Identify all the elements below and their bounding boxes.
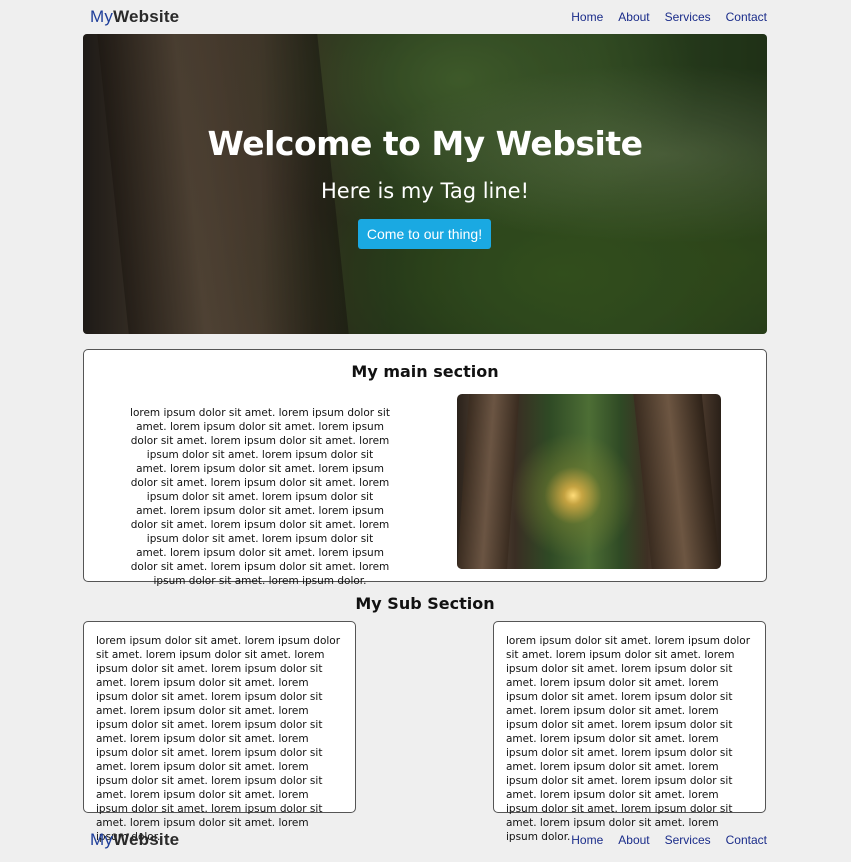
logo-website-text: Website xyxy=(113,7,180,26)
footer-links: Home About Services Contact xyxy=(571,833,767,847)
nav-link-services[interactable]: Services xyxy=(665,10,711,24)
footer-link-about[interactable]: About xyxy=(618,833,649,847)
nav-link-home[interactable]: Home xyxy=(571,10,603,24)
footer-link-services[interactable]: Services xyxy=(665,833,711,847)
footer-link-home[interactable]: Home xyxy=(571,833,603,847)
sub-section-card-left: lorem ipsum dolor sit amet. lorem ipsum … xyxy=(83,621,356,843)
tree-trunk-right xyxy=(632,394,721,569)
nav-links: Home About Services Contact xyxy=(571,10,767,24)
main-section-image xyxy=(457,394,721,569)
main-section-heading: My main section xyxy=(351,362,499,381)
site-logo[interactable]: MyWebsite xyxy=(83,7,179,27)
logo-website-text: Website xyxy=(113,830,180,849)
tree-trunk-left xyxy=(457,394,520,569)
main-section: My main section lorem ipsum dolor sit am… xyxy=(83,349,767,587)
hero-banner: Welcome to My Website Here is my Tag lin… xyxy=(83,34,767,334)
sub-section-card-right: lorem ipsum dolor sit amet. lorem ipsum … xyxy=(493,621,766,843)
footer-logo[interactable]: MyWebsite xyxy=(83,830,179,850)
card-text: lorem ipsum dolor sit amet. lorem ipsum … xyxy=(506,635,751,843)
hero-tagline: Here is my Tag line! xyxy=(320,179,530,203)
main-section-text: lorem ipsum dolor sit amet. lorem ipsum … xyxy=(130,407,390,587)
page: MyWebsite Home About Services Contact We… xyxy=(0,0,851,862)
nav-link-about[interactable]: About xyxy=(618,10,649,24)
footer-navbar: MyWebsite Home About Services Contact xyxy=(83,825,767,855)
logo-my-text: My xyxy=(90,830,114,849)
logo-my-text: My xyxy=(90,7,114,26)
hero-title: Welcome to My Website xyxy=(207,124,643,163)
top-navbar: MyWebsite Home About Services Contact xyxy=(83,2,767,32)
sub-section-heading: My Sub Section xyxy=(355,594,495,613)
card-text: lorem ipsum dolor sit amet. lorem ipsum … xyxy=(96,635,341,843)
nav-link-contact[interactable]: Contact xyxy=(726,10,767,24)
footer-link-contact[interactable]: Contact xyxy=(726,833,767,847)
hero-cta-button[interactable]: Come to our thing! xyxy=(358,219,491,249)
